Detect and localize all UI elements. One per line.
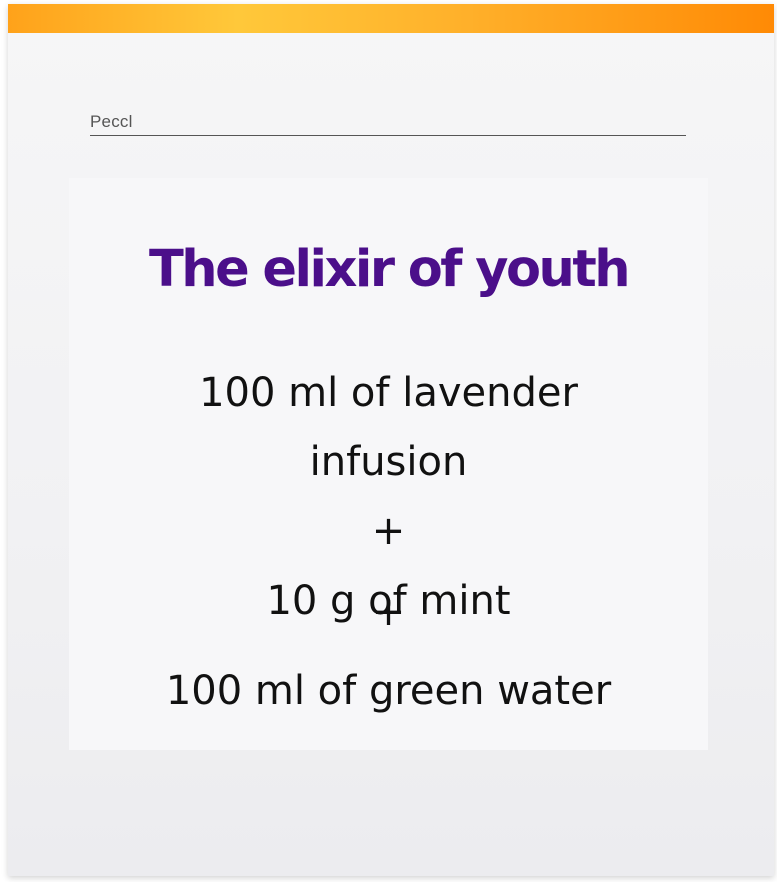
plus-sign-2: + (371, 589, 406, 635)
ingredient-3: 100 ml of green water (165, 668, 612, 714)
ingredient-1-line-1: 100 ml of lavender (199, 370, 578, 416)
header-label: Peccl (90, 112, 133, 131)
recipe-page: Peccl The elixir of youth 100 ml of lave… (8, 4, 774, 876)
orange-header-bar (8, 4, 774, 33)
plus-sign-1: + (371, 508, 406, 554)
recipe-card: The elixir of youth 100 ml of lavender i… (69, 178, 708, 750)
header-rule (90, 135, 686, 136)
recipe-title: The elixir of youth (148, 240, 631, 299)
ingredient-1-line-2: infusion (309, 439, 468, 485)
